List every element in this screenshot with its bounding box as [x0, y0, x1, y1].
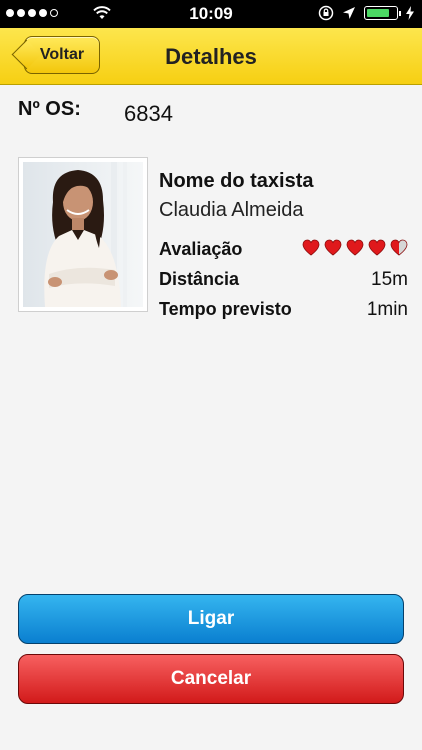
location-arrow-icon: [343, 7, 355, 19]
cancel-button-label: Cancelar: [170, 668, 252, 689]
navigation-bar: Voltar Detalhes: [0, 28, 422, 85]
heart-icon: [390, 239, 408, 256]
battery-icon: [364, 6, 401, 20]
rating-row: Avaliação: [159, 239, 408, 260]
heart-icon: [346, 239, 364, 256]
heart-icon: [324, 239, 342, 256]
heart-icon: [302, 239, 320, 256]
distance-value: 15m: [371, 269, 408, 290]
cancel-button[interactable]: Cancelar: [18, 654, 404, 704]
distance-row: Distância 15m: [159, 269, 408, 290]
eta-label: Tempo previsto: [159, 299, 292, 319]
order-number-label: Nº OS:: [18, 98, 81, 120]
rating-label: Avaliação: [159, 239, 243, 259]
page-title: Detalhes: [165, 44, 257, 69]
order-number-value: 6834: [124, 101, 173, 126]
call-button-label: Ligar: [187, 608, 235, 629]
orientation-lock-icon: [318, 5, 334, 21]
heart-icon: [368, 239, 386, 256]
driver-name-value: Claudia Almeida: [159, 199, 304, 221]
eta-row: Tempo previsto 1min: [159, 299, 408, 320]
distance-label: Distância: [159, 269, 240, 289]
charging-bolt-icon: [406, 6, 414, 20]
driver-photo: [18, 157, 148, 312]
eta-value: 1min: [366, 299, 408, 320]
call-button[interactable]: Ligar: [18, 594, 404, 644]
rating-hearts: [302, 239, 408, 256]
status-bar: 10:09: [0, 0, 422, 28]
driver-name-label: Nome do taxista: [159, 170, 314, 192]
